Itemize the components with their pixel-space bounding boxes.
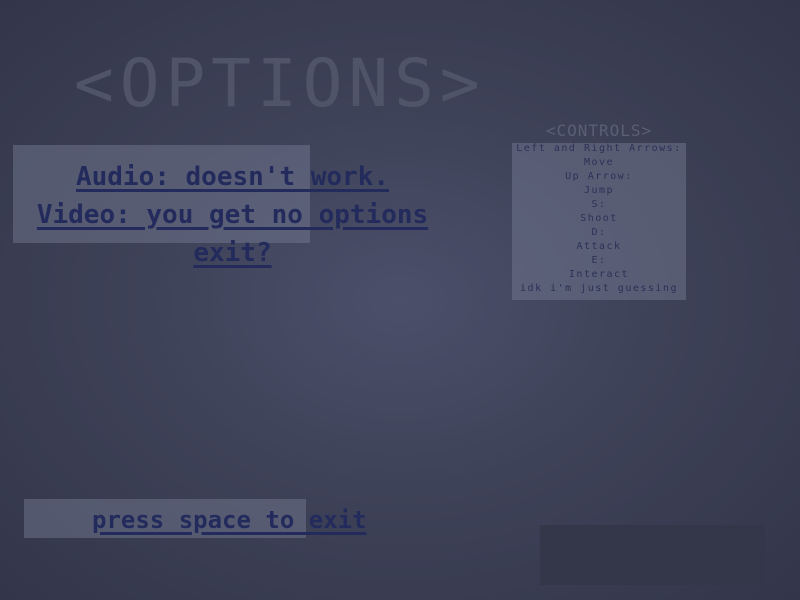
options-title: <OPTIONS> [74,45,486,122]
exit-hint: press space to exit [92,506,367,534]
controls-line: Up Arrow: [565,171,633,182]
controls-line: E: [591,255,607,266]
controls-line: Jump [583,185,615,196]
controls-line: idk i'm just guessing [520,283,678,294]
controls-line: Attack [576,241,622,252]
controls-line: D: [591,227,607,238]
menu-item-video[interactable]: Video: you get no options [30,196,435,234]
corner-dark-box [540,525,765,585]
controls-list: Left and Right Arrows: Move Up Arrow: Ju… [508,142,690,296]
menu-item-exit[interactable]: exit? [30,234,435,272]
controls-line: S: [591,199,607,210]
controls-title: <CONTROLS> [545,121,653,140]
controls-line: Interact [568,269,630,280]
controls-line: Move [583,157,615,168]
controls-line: Shoot [580,213,618,224]
options-menu: Audio: doesn't work. Video: you get no o… [30,158,435,272]
controls-line: Left and Right Arrows: [516,143,682,154]
menu-item-audio[interactable]: Audio: doesn't work. [30,158,435,196]
